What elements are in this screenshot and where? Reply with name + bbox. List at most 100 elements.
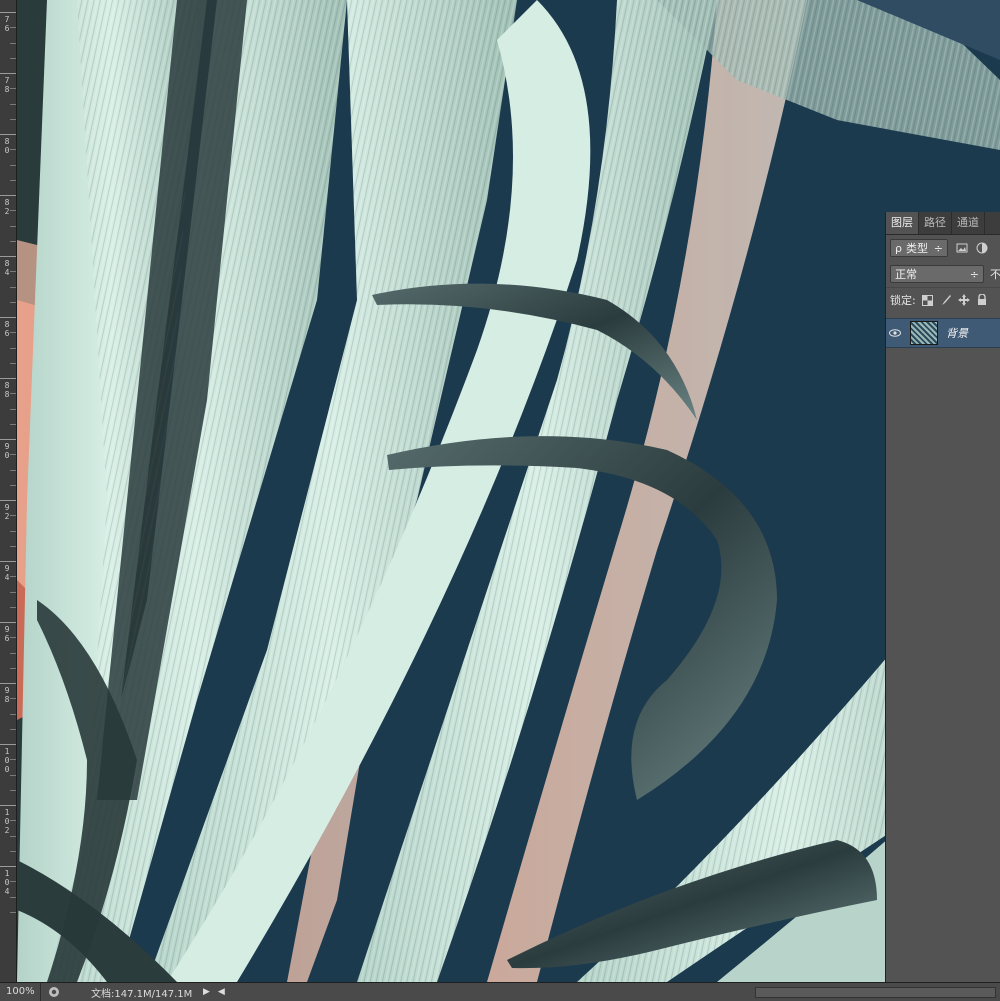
scroll-left-arrow[interactable]: ◀ bbox=[218, 987, 225, 997]
ruler-minor-tick bbox=[10, 469, 16, 471]
ruler-minor-tick bbox=[10, 545, 16, 547]
ruler-label: 80 bbox=[4, 137, 10, 155]
ruler-major-tick bbox=[0, 866, 16, 867]
ruler-label: 76 bbox=[4, 15, 10, 33]
layer-thumbnail[interactable] bbox=[910, 321, 938, 345]
lock-pixels-brush-icon[interactable] bbox=[940, 294, 952, 306]
ruler-minor-tick bbox=[10, 347, 16, 349]
ruler-minor-tick bbox=[10, 591, 16, 593]
ruler-label: 94 bbox=[4, 564, 10, 582]
blend-mode-select[interactable]: 正常 ÷ bbox=[890, 265, 984, 283]
ruler-minor-tick bbox=[10, 667, 16, 669]
lock-transparent-icon[interactable] bbox=[922, 294, 934, 306]
eye-visibility-icon[interactable] bbox=[886, 329, 904, 337]
ruler-minor-tick bbox=[10, 637, 16, 639]
ruler-major-tick bbox=[0, 12, 16, 13]
ruler-minor-tick bbox=[10, 713, 16, 715]
document-canvas[interactable] bbox=[17, 0, 1000, 982]
ruler-label: 78 bbox=[4, 76, 10, 94]
ruler-major-tick bbox=[0, 561, 16, 562]
ruler-minor-tick bbox=[10, 454, 16, 456]
ruler-label: 102 bbox=[4, 808, 10, 835]
ruler-major-tick bbox=[0, 73, 16, 74]
ruler-minor-tick bbox=[10, 820, 16, 822]
layer-row-background[interactable]: 背景 bbox=[886, 318, 1000, 348]
ruler-minor-tick bbox=[10, 606, 16, 608]
ruler-major-tick bbox=[0, 683, 16, 684]
blend-arrows: ÷ bbox=[969, 267, 979, 281]
vertical-ruler[interactable]: 76 78 80 82 84 86 88 90 92 94 96 98 100 102 104 bbox=[0, 0, 17, 982]
tab-paths[interactable]: 路径 bbox=[919, 212, 952, 234]
ruler-minor-tick bbox=[10, 530, 16, 532]
layers-panel: 图层 路径 通道 ρ 类型 ÷ 正常 ÷ 不 锁定: 背景 bbox=[885, 212, 1000, 982]
ruler-minor-tick bbox=[10, 332, 16, 334]
ruler-minor-tick bbox=[10, 698, 16, 700]
ruler-major-tick bbox=[0, 805, 16, 806]
ruler-label: 104 bbox=[4, 869, 10, 896]
status-menu-arrow[interactable]: ▶ bbox=[203, 987, 210, 997]
ruler-major-tick bbox=[0, 256, 16, 257]
ruler-minor-tick bbox=[10, 42, 16, 44]
ruler-minor-tick bbox=[10, 210, 16, 212]
filter-value: 类型 bbox=[905, 242, 928, 255]
ruler-label: 92 bbox=[4, 503, 10, 521]
ruler-label: 84 bbox=[4, 259, 10, 277]
ruler-major-tick bbox=[0, 134, 16, 135]
ruler-minor-tick bbox=[10, 118, 16, 120]
ruler-minor-tick bbox=[10, 576, 16, 578]
ruler-minor-tick bbox=[10, 88, 16, 90]
ruler-label: 96 bbox=[4, 625, 10, 643]
ruler-minor-tick bbox=[10, 759, 16, 761]
ruler-minor-tick bbox=[10, 652, 16, 654]
ruler-major-tick bbox=[0, 622, 16, 623]
ruler-minor-tick bbox=[10, 271, 16, 273]
layer-name[interactable]: 背景 bbox=[946, 325, 968, 341]
ruler-minor-tick bbox=[10, 27, 16, 29]
zoom-level[interactable]: 100% bbox=[0, 983, 41, 1001]
image-filter-icon[interactable] bbox=[956, 242, 968, 254]
ruler-minor-tick bbox=[10, 835, 16, 837]
ruler-minor-tick bbox=[10, 393, 16, 395]
ruler-major-tick bbox=[0, 500, 16, 501]
status-bar: 100% 文档:147.1M/147.1M ▶ ◀ bbox=[0, 982, 1000, 1001]
ruler-minor-tick bbox=[10, 149, 16, 151]
ruler-minor-tick bbox=[10, 286, 16, 288]
ruler-label: 88 bbox=[4, 381, 10, 399]
ruler-label: 86 bbox=[4, 320, 10, 338]
artwork-leaves bbox=[17, 0, 1000, 982]
ruler-minor-tick bbox=[10, 484, 16, 486]
blend-row: 正常 ÷ 不 bbox=[886, 261, 1000, 287]
ruler-major-tick bbox=[0, 744, 16, 745]
ruler-label: 82 bbox=[4, 198, 10, 216]
tab-layers[interactable]: 图层 bbox=[886, 212, 919, 234]
ruler-minor-tick bbox=[10, 301, 16, 303]
ruler-minor-tick bbox=[10, 774, 16, 776]
lock-all-icon[interactable] bbox=[976, 294, 988, 306]
lock-position-move-icon[interactable] bbox=[957, 294, 970, 306]
horizontal-scrollbar[interactable] bbox=[754, 986, 996, 998]
ruler-minor-tick bbox=[10, 225, 16, 227]
ruler-minor-tick bbox=[10, 911, 16, 913]
document-profile-icon[interactable] bbox=[47, 985, 61, 999]
ruler-major-tick bbox=[0, 439, 16, 440]
ruler-minor-tick bbox=[10, 362, 16, 364]
filter-arrows: ÷ bbox=[933, 241, 943, 255]
adjustment-filter-icon[interactable] bbox=[976, 242, 988, 254]
ruler-major-tick bbox=[0, 317, 16, 318]
tab-channels[interactable]: 通道 bbox=[952, 212, 985, 234]
ruler-minor-tick bbox=[10, 103, 16, 105]
ruler-major-tick bbox=[0, 378, 16, 379]
ruler-label: 100 bbox=[4, 747, 10, 774]
ruler-minor-tick bbox=[10, 240, 16, 242]
ruler-minor-tick bbox=[10, 789, 16, 791]
ruler-minor-tick bbox=[10, 515, 16, 517]
ruler-minor-tick bbox=[10, 164, 16, 166]
filter-row: ρ 类型 ÷ bbox=[886, 235, 1000, 261]
layer-filter-select[interactable]: ρ 类型 ÷ bbox=[890, 239, 948, 257]
ruler-minor-tick bbox=[10, 57, 16, 59]
opacity-label: 不 bbox=[990, 268, 1000, 281]
lock-row: 锁定: bbox=[886, 287, 1000, 312]
ruler-minor-tick bbox=[10, 850, 16, 852]
ruler-minor-tick bbox=[10, 179, 16, 181]
search-icon: ρ bbox=[895, 241, 902, 255]
